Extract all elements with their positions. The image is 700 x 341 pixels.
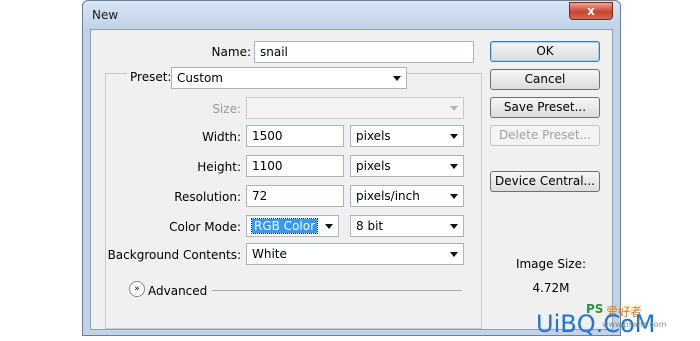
chevron-down-icon	[450, 224, 458, 229]
watermark-url: www.psahz.com	[602, 320, 667, 329]
resolution-value: 72	[252, 189, 268, 203]
chevron-down-icon	[325, 224, 333, 229]
height-unit-select[interactable]: pixels	[350, 155, 464, 177]
background-contents-select[interactable]: White	[246, 243, 464, 265]
new-document-dialog: New x Name: snail Preset: Custom Size: W…	[82, 0, 621, 336]
bit-depth-select[interactable]: 8 bit	[350, 215, 464, 237]
width-input[interactable]: 1500	[246, 125, 344, 147]
chevron-down-icon	[450, 134, 458, 139]
resolution-unit-value: pixels/inch	[356, 189, 420, 203]
preset-select[interactable]: Custom	[171, 67, 407, 89]
title-bar[interactable]: New x	[83, 1, 620, 29]
resolution-input[interactable]: 72	[246, 185, 344, 207]
chevron-down-icon	[393, 76, 401, 81]
background-contents-value: White	[252, 247, 287, 261]
chevron-down-icon	[450, 194, 458, 199]
width-unit-select[interactable]: pixels	[350, 125, 464, 147]
delete-preset-button[interactable]: Delete Preset...	[490, 125, 600, 146]
name-input[interactable]: snail	[254, 41, 474, 63]
size-select[interactable]	[246, 97, 464, 119]
width-value: 1500	[252, 129, 283, 143]
ok-button[interactable]: OK	[490, 41, 600, 62]
name-value: snail	[260, 45, 288, 59]
name-label: Name:	[211, 45, 251, 59]
cancel-button[interactable]: Cancel	[490, 69, 600, 90]
dialog-title: New	[92, 8, 119, 22]
resolution-label: Resolution:	[174, 190, 241, 204]
close-icon: x	[587, 4, 595, 18]
chevron-down-icon	[450, 252, 458, 257]
image-size-label: Image Size:	[515, 257, 587, 271]
site-watermark: PS 爱好者 UiBQ.CoM www.psahz.com	[536, 302, 696, 340]
size-label: Size:	[212, 102, 241, 116]
width-unit-value: pixels	[356, 129, 391, 143]
preset-value: Custom	[177, 71, 223, 85]
device-central-button[interactable]: Device Central...	[490, 171, 600, 192]
color-mode-label: Color Mode:	[169, 220, 241, 234]
width-label: Width:	[202, 130, 241, 144]
bit-depth-value: 8 bit	[356, 219, 384, 233]
chevron-down-icon	[450, 106, 458, 111]
advanced-divider	[212, 290, 462, 291]
preset-label: Preset:	[127, 69, 175, 85]
resolution-unit-select[interactable]: pixels/inch	[350, 185, 464, 207]
close-button[interactable]: x	[569, 2, 613, 20]
dialog-body: Name: snail Preset: Custom Size: Width: …	[90, 29, 613, 330]
height-input[interactable]: 1100	[246, 155, 344, 177]
chevron-down-icon	[450, 164, 458, 169]
advanced-toggle-icon[interactable]: »	[129, 281, 145, 297]
color-mode-value: RGB Color	[250, 218, 319, 234]
advanced-label[interactable]: Advanced	[148, 283, 207, 299]
save-preset-button[interactable]: Save Preset...	[490, 97, 600, 118]
color-mode-select[interactable]: RGB Color	[246, 215, 339, 237]
height-value: 1100	[252, 159, 283, 173]
image-size-value: 4.72M	[532, 281, 570, 295]
background-contents-label: Background Contents:	[107, 248, 241, 262]
height-label: Height:	[197, 160, 241, 174]
height-unit-value: pixels	[356, 159, 391, 173]
